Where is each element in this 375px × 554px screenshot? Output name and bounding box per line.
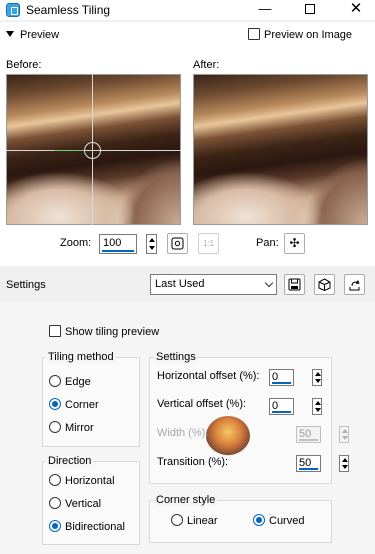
maximize-icon — [305, 4, 315, 14]
radio-edge-label: Edge — [65, 376, 91, 388]
radio-vertical-label: Vertical — [65, 498, 102, 510]
transition-stepper[interactable] — [339, 455, 349, 472]
before-label: Before: — [6, 59, 42, 71]
fit-view-icon — [171, 237, 184, 250]
checkbox-box[interactable] — [248, 28, 260, 40]
radio-linear-label: Linear — [187, 515, 218, 527]
stepper-down-icon — [342, 436, 348, 440]
radio-circle[interactable] — [171, 514, 183, 526]
pan-button[interactable]: ✣ — [284, 233, 305, 254]
pan-move-icon: ✣ — [289, 236, 300, 250]
corner-style-title: Corner style — [154, 494, 218, 506]
radio-circle[interactable] — [49, 497, 61, 509]
after-label: After: — [193, 59, 220, 71]
preset-dropdown[interactable]: Last Used — [150, 274, 277, 295]
show-tiling-preview-label: Show tiling preview — [65, 326, 160, 338]
preset-value: Last Used — [155, 278, 205, 290]
radio-curved-label: Curved — [269, 515, 305, 527]
width-stepper — [339, 426, 349, 443]
radio-corner[interactable]: Corner — [49, 398, 99, 411]
preview-toggle[interactable]: Preview — [6, 29, 59, 41]
transition-label: Transition (%): — [157, 456, 229, 468]
actual-size-button[interactable]: 1:1 — [198, 233, 219, 254]
show-tiling-preview-checkbox[interactable]: Show tiling preview — [49, 325, 159, 338]
preview-on-image-checkbox[interactable]: Preview on Image — [248, 28, 352, 41]
zoom-stepper[interactable] — [146, 234, 157, 254]
settings-label: Settings — [6, 279, 46, 291]
radio-circle-selected[interactable] — [49, 398, 61, 410]
radio-circle-selected[interactable] — [49, 520, 61, 532]
stepper-down-icon[interactable] — [315, 408, 321, 412]
radio-linear[interactable]: Linear — [171, 514, 218, 527]
radio-corner-label: Corner — [65, 399, 99, 411]
radio-horizontal[interactable]: Horizontal — [49, 474, 115, 487]
preview-on-image-label: Preview on Image — [264, 29, 353, 41]
stepper-up-icon — [342, 429, 348, 433]
radio-circle-selected[interactable] — [253, 514, 265, 526]
radio-circle[interactable] — [49, 375, 61, 387]
stepper-down-icon[interactable] — [149, 246, 155, 250]
preview-header-label: Preview — [20, 29, 60, 41]
transition-input[interactable]: 50 — [296, 455, 321, 472]
crosshair-horizontal-marker — [54, 150, 84, 151]
chevron-down-icon — [264, 278, 274, 288]
radio-mirror[interactable]: Mirror — [49, 421, 94, 434]
settings-group-title: Settings — [154, 351, 198, 363]
stepper-up-icon[interactable] — [149, 238, 155, 242]
radio-curved[interactable]: Curved — [253, 514, 304, 527]
horizontal-offset-stepper[interactable] — [312, 369, 322, 386]
fit-view-button[interactable] — [167, 233, 188, 254]
vertical-offset-label: Vertical offset (%): — [157, 398, 247, 410]
maximize-button[interactable] — [287, 0, 333, 20]
stepper-up-icon[interactable] — [315, 401, 321, 405]
stepper-down-icon[interactable] — [315, 379, 321, 383]
width-label: Width (%): — [157, 427, 209, 439]
radio-circle[interactable] — [49, 474, 61, 486]
randomize-button[interactable] — [314, 274, 335, 295]
horizontal-offset-label: Horizontal offset (%): — [157, 370, 260, 382]
radio-circle[interactable] — [49, 421, 61, 433]
reset-icon — [349, 280, 360, 291]
window-title: Seamless Tiling — [26, 3, 111, 17]
close-button[interactable]: ✕ — [333, 0, 375, 20]
tiling-method-title: Tiling method — [46, 351, 116, 363]
zoom-label: Zoom: — [60, 237, 92, 249]
app-icon — [6, 3, 20, 17]
reset-button[interactable] — [344, 274, 365, 295]
zoom-input[interactable]: 100 — [99, 234, 137, 254]
radio-mirror-label: Mirror — [65, 422, 94, 434]
minimize-button[interactable]: — — [242, 0, 288, 20]
radio-vertical[interactable]: Vertical — [49, 497, 101, 510]
pan-label: Pan: — [256, 237, 279, 249]
stepper-up-icon[interactable] — [315, 372, 321, 376]
randomize-dice-icon — [318, 278, 331, 292]
watermark-logo — [206, 416, 250, 456]
width-input: 50 — [296, 426, 321, 443]
direction-title: Direction — [46, 455, 94, 467]
vertical-offset-input[interactable]: 0 — [269, 398, 294, 415]
actual-size-icon: 1:1 — [202, 239, 215, 248]
radio-horizontal-label: Horizontal — [65, 475, 115, 487]
save-disk-icon — [288, 278, 301, 291]
radio-edge[interactable]: Edge — [49, 375, 91, 388]
stepper-up-icon[interactable] — [342, 458, 348, 462]
crosshair-center-handle[interactable] — [84, 142, 101, 159]
after-preview-image[interactable] — [193, 74, 368, 225]
horizontal-offset-input[interactable]: 0 — [269, 369, 294, 386]
after-photo — [194, 75, 367, 224]
checkbox-box[interactable] — [49, 325, 61, 337]
save-preset-button[interactable] — [284, 274, 305, 295]
collapse-triangle-icon — [6, 31, 14, 37]
stepper-down-icon[interactable] — [342, 465, 348, 469]
vertical-offset-stepper[interactable] — [312, 398, 322, 415]
radio-bidirectional[interactable]: Bidirectional — [49, 520, 125, 533]
radio-bidirectional-label: Bidirectional — [65, 521, 125, 533]
